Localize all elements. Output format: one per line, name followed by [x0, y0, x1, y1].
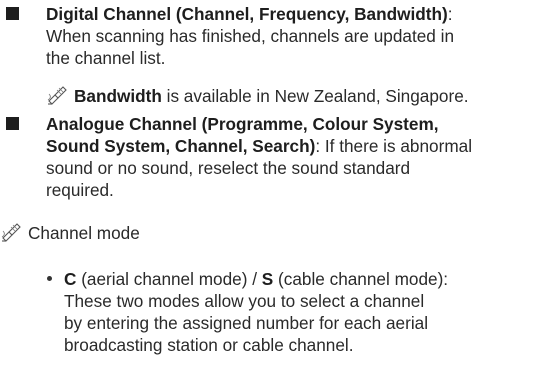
- item-desc-line: These two modes allow you to select a ch…: [64, 291, 425, 311]
- channel-mode-label: Channel mode: [28, 223, 140, 243]
- item-title-line: Digital Channel (Channel, Frequency, Ban…: [46, 3, 543, 25]
- item-desc-line: sound or no sound, reselect the sound st…: [46, 158, 411, 178]
- channel-mode-heading: Channel mode: [0, 222, 140, 244]
- mode-key-s: S: [261, 269, 274, 289]
- item-title-line: Analogue Channel (Programme, Colour Syst…: [46, 114, 439, 134]
- item-desc-line: required.: [46, 180, 114, 200]
- note-pencil-icon: [1, 223, 21, 242]
- note-bandwidth: Bandwidth is available in New Zealand, S…: [46, 85, 469, 107]
- manual-page: Digital Channel (Channel, Frequency, Ban…: [0, 0, 543, 380]
- item-desc-line: the channel list.: [46, 48, 166, 68]
- square-bullet-icon: [6, 7, 19, 20]
- item-title-line: Sound System, Channel, Search): If there…: [46, 135, 543, 157]
- mode-text-s: (cable channel mode):: [273, 269, 449, 289]
- note-pencil-icon: [47, 86, 67, 105]
- item-title-colon: :: [447, 4, 453, 24]
- mode-key-c: C: [64, 269, 77, 289]
- item-title-line: C (aerial channel mode) / S (cable chann…: [64, 268, 543, 290]
- item-title-colon: : If there is abnormal: [315, 136, 473, 156]
- item-desc-line: When scanning has finished, channels are…: [46, 26, 455, 46]
- item-desc-line: broadcasting station or cable channel.: [64, 335, 354, 355]
- item-text: Digital Channel (Channel, Frequency, Ban…: [46, 3, 543, 69]
- item-text: C (aerial channel mode) / S (cable chann…: [64, 268, 543, 356]
- item-text: Analogue Channel (Programme, Colour Syst…: [46, 113, 543, 201]
- dot-bullet-icon: [47, 276, 52, 281]
- square-bullet-icon: [6, 117, 19, 130]
- mode-text-c: (aerial channel mode) /: [76, 269, 262, 289]
- note-text: is available in New Zealand, Singapore.: [161, 86, 469, 106]
- note-bold-term: Bandwidth: [74, 86, 162, 106]
- item-title: Sound System, Channel, Search): [46, 136, 316, 156]
- item-title: Digital Channel (Channel, Frequency, Ban…: [46, 4, 448, 24]
- item-desc-line: by entering the assigned number for each…: [64, 313, 429, 333]
